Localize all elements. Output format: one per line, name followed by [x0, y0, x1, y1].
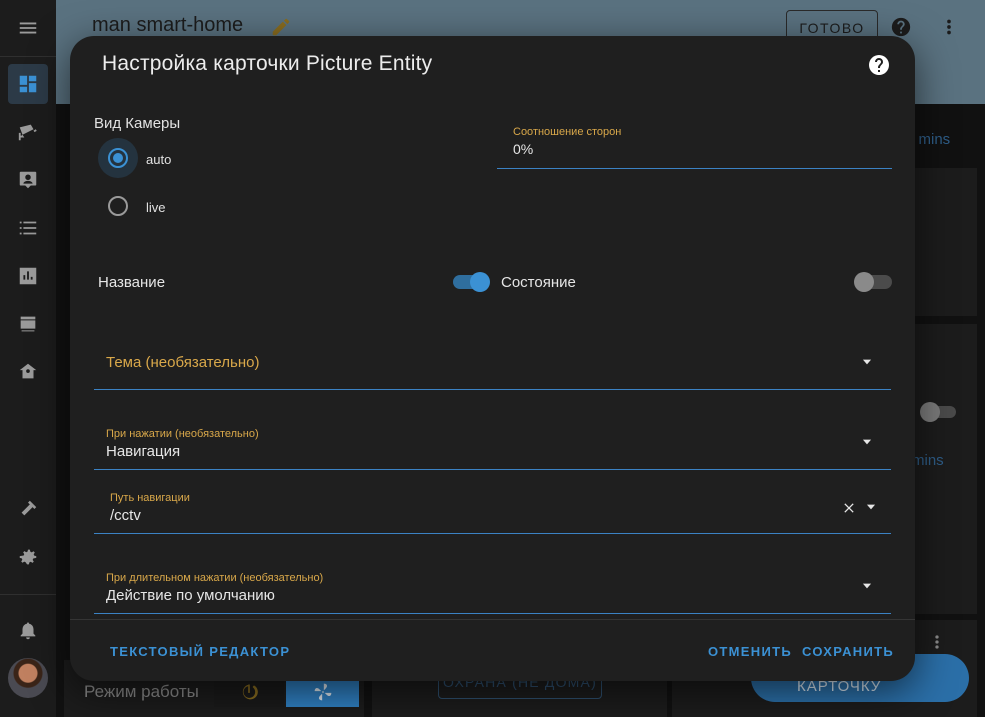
- navigation-path-value: /cctv: [110, 507, 141, 524]
- aspect-ratio-field[interactable]: Соотношение сторон 0%: [497, 120, 892, 169]
- pencil-icon[interactable]: [270, 16, 292, 38]
- dialog-title: Настройка карточки Picture Entity: [102, 52, 433, 75]
- home-shield-icon: [19, 363, 37, 379]
- sidebar-divider: [0, 56, 56, 57]
- tap-action-label: При нажатии (необязательно): [106, 428, 259, 440]
- dropdown-arrow-icon[interactable]: [860, 579, 874, 593]
- text-editor-button[interactable]: ТЕКСТОВЫЙ РЕДАКТОР: [110, 644, 290, 659]
- state-toggle[interactable]: [854, 272, 892, 292]
- account-box-icon: [19, 171, 37, 189]
- dropdown-arrow-icon[interactable]: [864, 500, 878, 514]
- sidebar-item-history[interactable]: [8, 256, 48, 296]
- card-config-dialog: Настройка карточки Picture Entity Вид Ка…: [70, 36, 915, 681]
- theme-placeholder: Тема (необязательно): [106, 354, 260, 371]
- radio-auto[interactable]: [108, 148, 128, 168]
- sidebar-item-developer-tools[interactable]: [8, 489, 48, 529]
- hold-action-value: Действие по умолчанию: [106, 587, 275, 604]
- bell-icon: [20, 622, 36, 640]
- dialog-footer: ТЕКСТОВЫЙ РЕДАКТОР ОТМЕНИТЬ СОХРАНИТЬ: [70, 619, 915, 681]
- page-title: man smart-home: [92, 14, 244, 36]
- tap-action-value: Навигация: [106, 443, 181, 460]
- dropdown-arrow-icon[interactable]: [860, 435, 874, 449]
- navigation-path-label: Путь навигации: [110, 492, 190, 504]
- power-button[interactable]: [214, 677, 284, 707]
- hammer-icon: [21, 500, 37, 516]
- tap-action-select[interactable]: При нажатии (необязательно) Навигация: [94, 414, 891, 470]
- hold-action-label: При длительном нажатии (необязательно): [106, 572, 324, 584]
- sidebar-item-dashboard[interactable]: [8, 64, 48, 104]
- help-icon[interactable]: [867, 53, 891, 77]
- menu-icon[interactable]: [8, 8, 48, 48]
- radio-auto-label: auto: [146, 152, 172, 167]
- help-icon[interactable]: [890, 16, 912, 38]
- save-button[interactable]: СОХРАНИТЬ: [802, 644, 894, 659]
- avatar[interactable]: [8, 658, 48, 698]
- dashboard-icon: [19, 75, 37, 93]
- state-toggle-label: Состояние: [501, 274, 576, 291]
- sidebar-item-cctv[interactable]: [8, 112, 48, 152]
- hold-action-select[interactable]: При длительном нажатии (необязательно) Д…: [94, 558, 891, 614]
- theme-select[interactable]: Тема (необязательно): [94, 334, 891, 390]
- navigation-path-field[interactable]: Путь навигации /cctv: [94, 478, 891, 534]
- fan-icon: [314, 683, 331, 701]
- sidebar-item-hacs[interactable]: [8, 304, 48, 344]
- gear-icon: [19, 549, 37, 565]
- aspect-ratio-value: 0%: [513, 141, 534, 157]
- more-vertical-icon[interactable]: [938, 16, 960, 38]
- name-toggle[interactable]: [453, 272, 490, 292]
- background-duration: mins: [912, 452, 944, 469]
- fan-mode-button[interactable]: [286, 677, 359, 707]
- cctv-icon: [18, 124, 37, 141]
- chart-icon: [19, 267, 37, 285]
- store-icon: [20, 316, 36, 332]
- sidebar-item-settings[interactable]: [8, 537, 48, 577]
- power-icon: [242, 684, 258, 700]
- sidebar-item-notifications[interactable]: [8, 610, 48, 650]
- dropdown-arrow-icon[interactable]: [860, 355, 874, 369]
- radio-live[interactable]: [108, 196, 128, 216]
- sidebar: [0, 0, 57, 717]
- cancel-button[interactable]: ОТМЕНИТЬ: [708, 644, 792, 659]
- name-toggle-label: Название: [98, 274, 166, 291]
- aspect-ratio-label: Соотношение сторон: [513, 126, 622, 138]
- sidebar-item-alarm[interactable]: [8, 352, 48, 392]
- list-icon: [19, 221, 37, 235]
- sidebar-divider: [0, 594, 56, 595]
- mode-label: Режим работы: [84, 682, 199, 701]
- radio-live-label: live: [146, 200, 166, 215]
- background-toggle[interactable]: [920, 402, 956, 422]
- sidebar-item-list[interactable]: [8, 208, 48, 248]
- sidebar-item-account[interactable]: [8, 160, 48, 200]
- more-vertical-icon[interactable]: [927, 632, 947, 652]
- clear-icon[interactable]: [841, 500, 857, 516]
- camera-view-label: Вид Камеры: [94, 115, 181, 132]
